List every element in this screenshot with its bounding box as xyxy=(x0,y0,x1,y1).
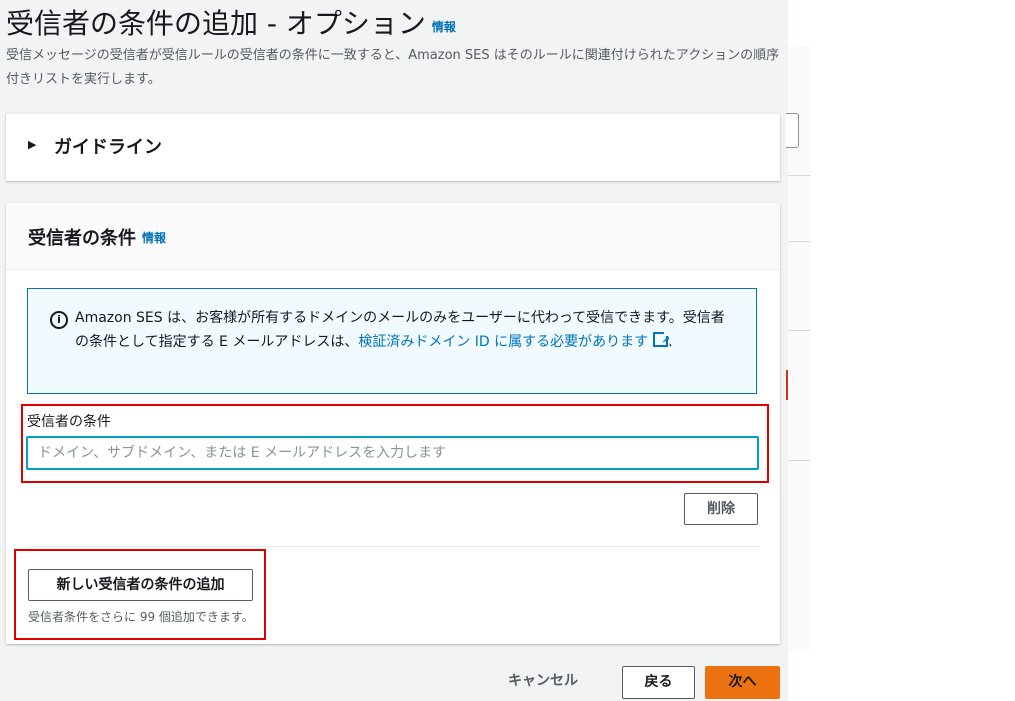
page-title-text: 受信者の条件の追加 - オプション xyxy=(6,7,426,40)
conditions-info-link[interactable]: 情報 xyxy=(142,231,166,245)
page-title: 受信者の条件の追加 - オプション 情報 xyxy=(6,2,456,42)
caret-right-icon: ▶ xyxy=(28,138,37,151)
strip-divider xyxy=(788,330,810,331)
recipient-conditions-title: 受信者の条件 情報 xyxy=(28,224,166,250)
add-recipient-condition-button[interactable]: 新しい受信者の条件の追加 xyxy=(28,569,253,601)
strip-divider xyxy=(788,175,810,176)
external-link-icon: ↗ xyxy=(653,330,671,347)
recipient-condition-label: 受信者の条件 xyxy=(27,414,111,430)
recipient-condition-input[interactable] xyxy=(26,436,759,470)
title-info-link[interactable]: 情報 xyxy=(432,20,456,34)
alert-text: Amazon SES は、お客様が所有するドメインのメールのみをユーザーに代わっ… xyxy=(75,306,737,354)
next-button[interactable]: 次へ xyxy=(705,666,780,699)
recipient-conditions-panel: 受信者の条件 情報 i Amazon SES は、お客様が所有するドメインのメール… xyxy=(6,203,780,644)
info-icon: i xyxy=(50,311,68,329)
guidelines-expander[interactable]: ▶ ガイドライン xyxy=(6,113,780,181)
info-alert: i Amazon SES は、お客様が所有するドメインのメールのみをユーザーに代… xyxy=(27,288,757,394)
back-button[interactable]: 戻る xyxy=(622,666,695,699)
recipient-conditions-header: 受信者の条件 情報 xyxy=(6,203,780,270)
strip-divider xyxy=(788,460,810,461)
page-description: 受信メッセージの受信者が受信ルールの受信者の条件に一致すると、Amazon SE… xyxy=(6,48,780,87)
remove-button[interactable]: 削除 xyxy=(684,493,758,525)
strip-divider xyxy=(788,241,810,242)
cancel-button[interactable]: キャンセル xyxy=(508,670,578,690)
verified-domain-link-text: 検証済みドメイン ID に属する必要があります xyxy=(358,334,649,350)
guidelines-label: ガイドライン xyxy=(54,137,162,158)
background-error-edge xyxy=(786,370,788,400)
remaining-conditions-hint: 受信者条件をさらに 99 個追加できます。 xyxy=(28,610,254,624)
section-divider xyxy=(27,546,760,547)
recipient-conditions-title-text: 受信者の条件 xyxy=(28,228,136,249)
verified-domain-link[interactable]: 検証済みドメイン ID に属する必要があります ↗ xyxy=(358,330,671,350)
background-input-edge xyxy=(786,113,799,148)
